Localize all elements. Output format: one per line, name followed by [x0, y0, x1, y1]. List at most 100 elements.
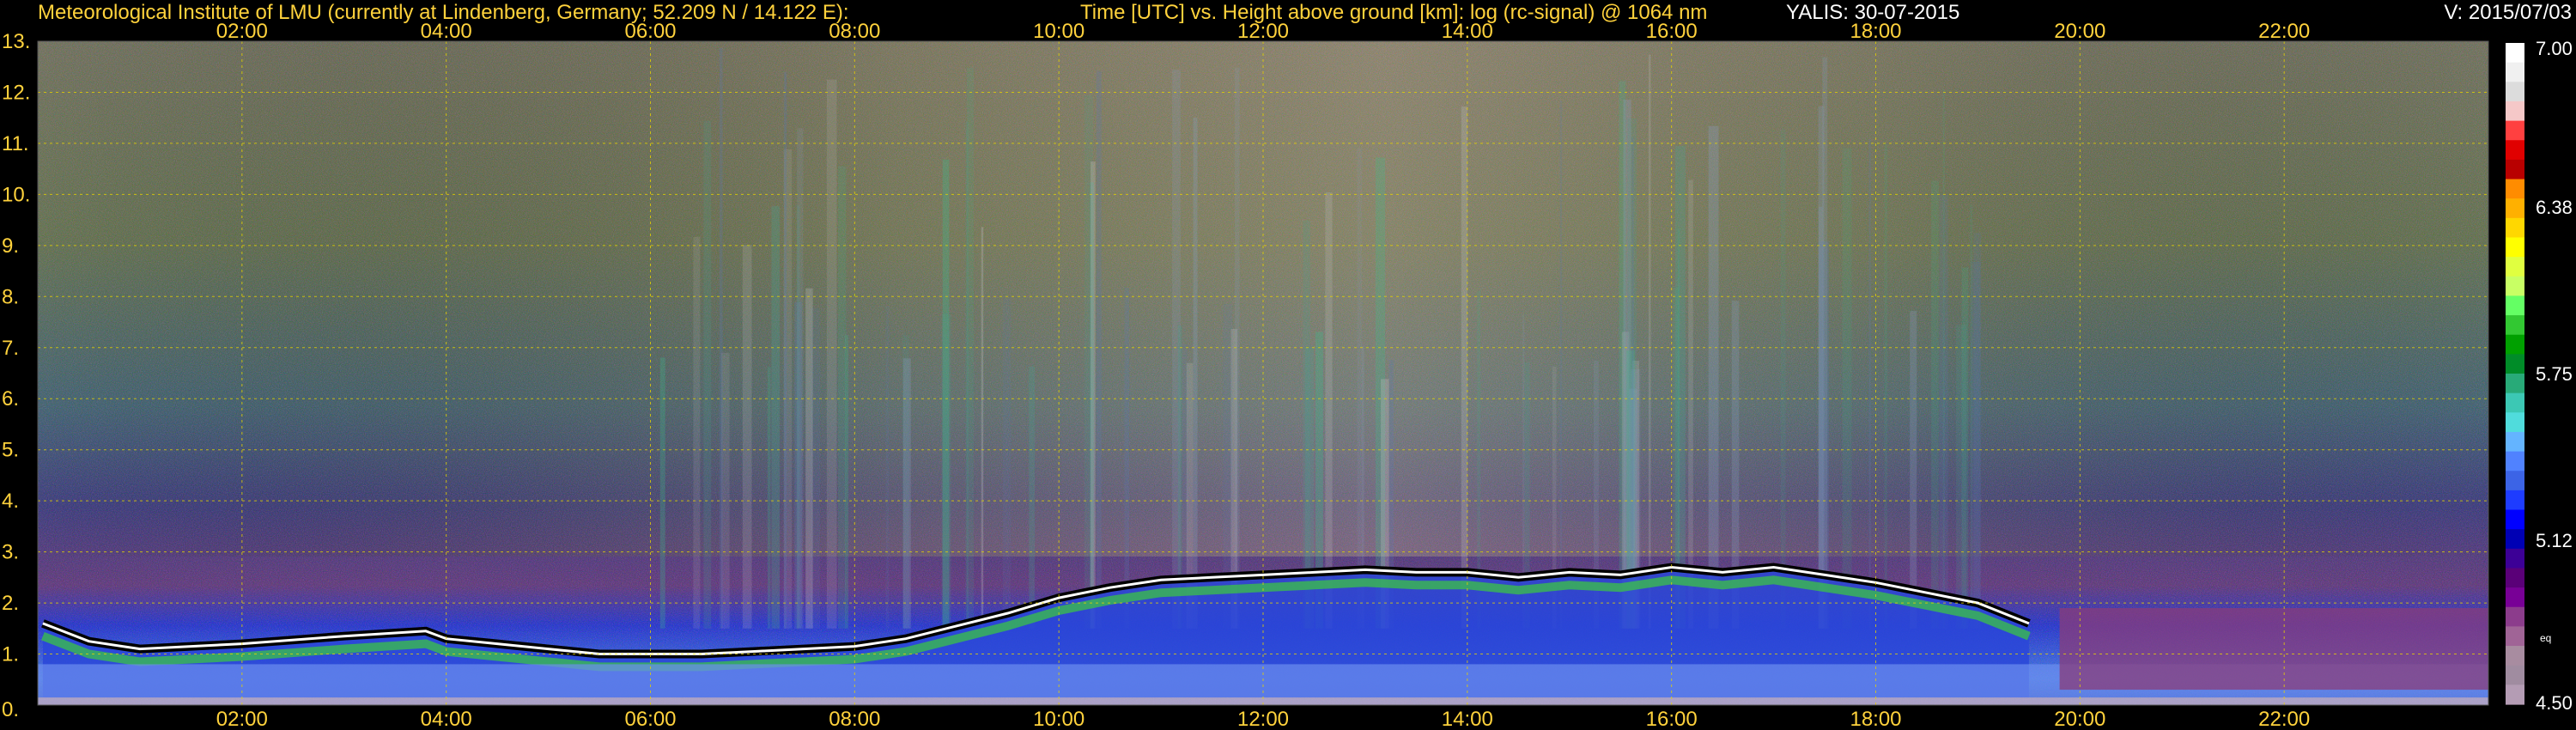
colorbar-segment	[2506, 568, 2524, 588]
streak	[1648, 54, 1651, 629]
streak	[1973, 232, 1981, 629]
streak	[805, 288, 813, 629]
colorbar-segment	[2506, 587, 2524, 608]
colorbar-segment	[2506, 354, 2524, 374]
colorbar	[2506, 43, 2524, 705]
colorbar-tick-label: 7.00	[2536, 38, 2573, 59]
x-tick-label-top: 04:00	[421, 20, 472, 43]
header-version: V: 2015/07/03	[2444, 1, 2572, 24]
lidar-chart-canvas: Meteorological Institute of LMU (current…	[0, 0, 2576, 730]
colorbar-segment	[2506, 665, 2524, 685]
colorbar-segment	[2506, 217, 2524, 239]
streak	[1303, 220, 1310, 629]
colorbar-tick-label: 5.75	[2536, 363, 2573, 385]
colorbar-segment	[2506, 43, 2524, 64]
streak	[838, 166, 847, 629]
x-tick-label-bottom: 20:00	[2054, 708, 2105, 730]
colorbar-segment	[2506, 529, 2524, 550]
streak	[659, 357, 665, 629]
y-tick-label: 7.	[2, 337, 19, 360]
streak	[1124, 288, 1129, 629]
x-tick-label-top: 12:00	[1237, 20, 1289, 43]
colorbar-segment	[2506, 159, 2524, 180]
streak	[1688, 179, 1693, 629]
x-tick-label-top: 08:00	[829, 20, 880, 43]
streak	[826, 79, 837, 629]
x-tick-label-bottom: 12:00	[1237, 708, 1289, 730]
residual-layer	[2059, 608, 2488, 690]
streak	[1559, 100, 1563, 629]
colorbar-segment	[2506, 471, 2524, 491]
streak	[1235, 67, 1240, 629]
streak	[1708, 125, 1719, 629]
streak	[1884, 143, 1887, 629]
x-axis-bottom: 02:00 04:00 06:00 08:00 10:00 12:00 14:00 16:00…	[216, 708, 2310, 730]
x-tick-label-top: 14:00	[1442, 20, 1493, 43]
streak	[693, 236, 701, 629]
y-tick-label: 8.	[2, 285, 19, 308]
x-tick-label-bottom: 02:00	[216, 708, 268, 730]
colorbar-segment	[2506, 374, 2524, 394]
colorbar-tick-label: 4.50	[2536, 692, 2573, 714]
y-tick-label: 0.	[2, 698, 19, 721]
x-tick-label-top: 10:00	[1033, 20, 1084, 43]
streak	[767, 367, 771, 629]
header-title: Time [UTC] vs. Height above ground [km]:…	[1080, 1, 1707, 24]
colorbar-segment	[2506, 334, 2524, 355]
streak	[1780, 129, 1786, 629]
colorbar-segment	[2506, 392, 2524, 413]
y-tick-label: 2.	[2, 592, 19, 615]
colorbar-segment	[2506, 100, 2524, 122]
x-tick-label-top: 02:00	[216, 20, 268, 43]
y-axis: 0. 1. 2. 3. 4. 5. 6. 7. 8. 9. 10. 11. 12. 13.	[2, 30, 30, 721]
streak	[1822, 57, 1828, 629]
streak	[703, 120, 712, 629]
colorbar-segment	[2506, 276, 2524, 297]
streak	[797, 128, 804, 629]
y-tick-label: 1.	[2, 643, 19, 666]
y-tick-label: 12.	[2, 82, 30, 105]
streak	[784, 71, 787, 629]
x-tick-label-bottom: 18:00	[1850, 708, 1901, 730]
colorbar-segment	[2506, 82, 2524, 102]
streak	[942, 159, 950, 629]
streak	[1461, 106, 1467, 629]
colorbar-segment	[2506, 548, 2524, 569]
x-tick-label-bottom: 08:00	[829, 708, 880, 730]
colorbar-segment	[2506, 684, 2524, 705]
colorbar-segment	[2506, 295, 2524, 316]
y-tick-label: 11.	[2, 132, 29, 155]
streak	[1091, 161, 1096, 629]
colorbar-segment	[2506, 451, 2524, 471]
x-tick-label-bottom: 06:00	[624, 708, 676, 730]
streak	[1931, 180, 1939, 629]
streak	[1029, 366, 1036, 629]
x-tick-label-bottom: 04:00	[421, 708, 472, 730]
x-tick-label-bottom: 16:00	[1646, 708, 1698, 730]
streak	[981, 227, 984, 629]
plot-area	[37, 40, 2489, 706]
y-tick-label: 13.	[2, 30, 30, 53]
y-tick-label: 5.	[2, 439, 19, 462]
colorbar-segment	[2506, 315, 2524, 336]
colorbar-tick-label: 5.12	[2536, 530, 2573, 551]
y-tick-label: 6.	[2, 387, 19, 411]
x-tick-label-top: 16:00	[1646, 20, 1698, 43]
colorbar-segment	[2506, 237, 2524, 258]
colorbar-labels: 7.00 6.38 5.75 5.12 4.50	[2536, 38, 2573, 714]
x-tick-label-bottom: 22:00	[2258, 708, 2310, 730]
x-tick-label-top: 18:00	[1850, 20, 1901, 43]
colorbar-small-label: eq	[2540, 632, 2551, 644]
colorbar-segment	[2506, 140, 2524, 161]
streak	[1675, 146, 1686, 629]
colorbar-segment	[2506, 606, 2524, 628]
streak	[1910, 311, 1917, 629]
colorbar-tick-label: 6.38	[2536, 197, 2573, 218]
x-tick-label-top: 06:00	[624, 20, 676, 43]
streak	[742, 245, 752, 629]
colorbar-segment	[2506, 646, 2524, 666]
streak	[1357, 148, 1363, 629]
y-tick-label: 9.	[2, 234, 19, 258]
streak	[1631, 137, 1634, 629]
streak	[1325, 192, 1333, 629]
